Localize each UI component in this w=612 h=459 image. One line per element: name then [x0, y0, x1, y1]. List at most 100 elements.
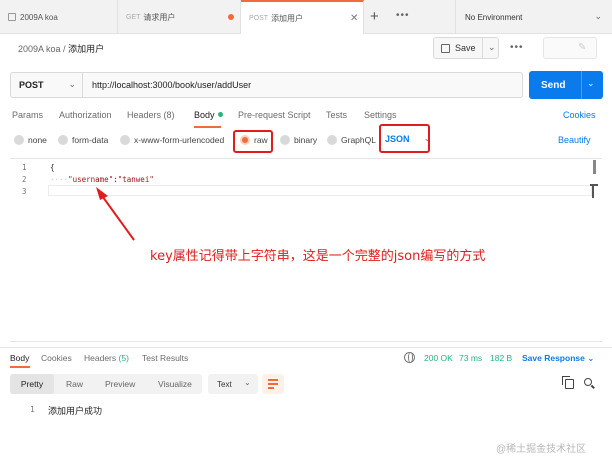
divider	[581, 71, 582, 99]
breadcrumb: 2009A koa / 添加用户	[18, 42, 104, 55]
watermark: @稀土掘金技术社区	[496, 444, 587, 455]
page-title[interactable]: 添加用户	[68, 44, 104, 54]
tab-2009a-koa[interactable]: 2009A koa	[0, 0, 118, 34]
chevron-down-icon: ⌄	[594, 11, 602, 21]
globe-icon[interactable]	[404, 352, 415, 363]
format-visualize-button[interactable]: Visualize	[158, 374, 192, 394]
highlight-box-json	[379, 124, 430, 153]
radio-label: none	[28, 135, 47, 145]
response-format-group: Pretty Raw Preview Visualize	[10, 374, 202, 394]
tab-headers[interactable]: Headers (8)	[127, 110, 175, 120]
radio-binary[interactable]: binary	[280, 135, 317, 145]
send-label: Send	[541, 79, 566, 91]
copy-icon[interactable]	[562, 376, 574, 389]
radio-label: form-data	[72, 135, 109, 145]
chevron-down-icon: ⌄	[587, 353, 595, 363]
annotation-text: key属性记得带上字符串，这是一个完整的json编写的方式	[150, 249, 486, 264]
tab-body-label: Body	[194, 110, 215, 120]
chevron-down-icon: ⌄	[68, 79, 76, 89]
radio-none[interactable]: none	[14, 135, 47, 145]
save-label: Save	[455, 43, 476, 53]
response-type-value: Text	[217, 379, 232, 389]
environment-selector[interactable]: No Environment ⌄	[455, 0, 612, 34]
line-number: 2	[22, 175, 27, 184]
tab-bar: 2009A koa GET 请求用户 POST 添加用户 ✕ + ••• No …	[0, 0, 612, 34]
save-button[interactable]: Save ⌄	[433, 37, 499, 59]
collection-icon	[8, 13, 16, 21]
highlight-box-raw	[233, 130, 273, 153]
environment-label: No Environment	[465, 12, 523, 22]
editor-scrollbar[interactable]	[593, 160, 596, 174]
radio-circle	[14, 135, 24, 145]
radio-label: x-www-form-urlencoded	[134, 135, 225, 145]
line-number: 1	[30, 405, 35, 414]
tab-get-users[interactable]: GET 请求用户	[118, 0, 241, 34]
code-line-1: {	[50, 163, 55, 172]
edit-button[interactable]: ✎	[543, 37, 597, 59]
tab-params[interactable]: Params	[12, 110, 43, 120]
radio-x-www-form-urlencoded[interactable]: x-www-form-urlencoded	[120, 135, 224, 145]
save-response-label: Save Response	[522, 353, 585, 363]
send-button[interactable]: Send ⌄	[529, 71, 603, 99]
breadcrumb-separator: /	[60, 44, 69, 54]
breadcrumb-parent[interactable]: 2009A koa	[18, 44, 61, 54]
response-time[interactable]: 73 ms	[459, 353, 482, 363]
cookies-link[interactable]: Cookies	[563, 110, 596, 120]
save-icon	[441, 43, 450, 53]
divider	[482, 37, 483, 59]
response-size[interactable]: 182 B	[490, 353, 512, 363]
search-icon[interactable]	[584, 378, 592, 386]
more-tabs-icon[interactable]: •••	[396, 10, 410, 21]
radio-label: GraphQL	[341, 135, 376, 145]
pane-divider[interactable]	[0, 347, 612, 348]
active-tab-underline	[194, 126, 221, 128]
radio-circle	[327, 135, 337, 145]
tab-headers-label: Headers	[127, 110, 162, 120]
tab-tests[interactable]: Tests	[326, 110, 347, 120]
response-tab-test-results[interactable]: Test Results	[142, 353, 188, 363]
radio-graphql[interactable]: GraphQL	[327, 135, 376, 145]
active-tab-underline	[10, 366, 30, 368]
response-tab-headers[interactable]: Headers (5)	[84, 353, 129, 363]
url-input[interactable]: http://localhost:3000/book/user/addUser	[82, 72, 523, 98]
tab-label: 请求用户	[143, 12, 176, 22]
response-tab-body[interactable]: Body	[10, 353, 29, 363]
response-tab-cookies[interactable]: Cookies	[41, 353, 72, 363]
tab-authorization[interactable]: Authorization	[59, 110, 112, 120]
response-tab-headers-label: Headers	[84, 353, 117, 363]
response-body-text: 添加用户成功	[48, 406, 103, 416]
tab-pre-request-script[interactable]: Pre-request Script	[238, 110, 311, 120]
more-actions-icon[interactable]: •••	[510, 42, 524, 53]
format-raw-button[interactable]: Raw	[66, 374, 83, 394]
method-value: POST	[19, 80, 44, 90]
response-tab-headers-count: (5)	[118, 353, 129, 363]
text-cursor-icon	[590, 184, 598, 198]
new-tab-plus-icon[interactable]: +	[370, 8, 379, 25]
chevron-down-icon[interactable]: ⌄	[587, 78, 595, 89]
format-preview-button[interactable]: Preview	[105, 374, 135, 394]
tab-settings[interactable]: Settings	[364, 110, 397, 120]
method-select[interactable]: POST ⌄	[10, 72, 82, 98]
radio-form-data[interactable]: form-data	[58, 135, 108, 145]
tab-method: GET	[126, 13, 141, 21]
line-number: 1	[22, 163, 27, 172]
tab-headers-count: (8)	[163, 110, 175, 120]
tab-body[interactable]: Body	[194, 110, 223, 120]
close-icon[interactable]: ✕	[350, 13, 358, 24]
chevron-down-icon[interactable]: ⌄	[488, 42, 496, 53]
response-type-select[interactable]: Text ⌄	[208, 374, 258, 394]
tab-add-user[interactable]: POST 添加用户 ✕	[241, 0, 364, 34]
chevron-down-icon: ⌄	[244, 378, 251, 387]
url-value: http://localhost:3000/book/user/addUser	[92, 80, 252, 90]
status-code[interactable]: 200 OK	[424, 353, 453, 363]
wrap-lines-icon[interactable]	[262, 374, 284, 394]
code-value: "tanwei"	[117, 175, 154, 184]
pencil-icon: ✎	[578, 42, 587, 53]
save-response-button[interactable]: Save Response ⌄	[522, 353, 594, 364]
status-dot-icon	[217, 112, 223, 117]
tab-label: 2009A koa	[20, 12, 58, 22]
format-pretty-button[interactable]: Pretty	[10, 374, 54, 394]
radio-circle	[58, 135, 68, 145]
code-line-2: ····"username":"tanwei"	[50, 175, 154, 184]
beautify-link[interactable]: Beautify	[558, 135, 591, 145]
